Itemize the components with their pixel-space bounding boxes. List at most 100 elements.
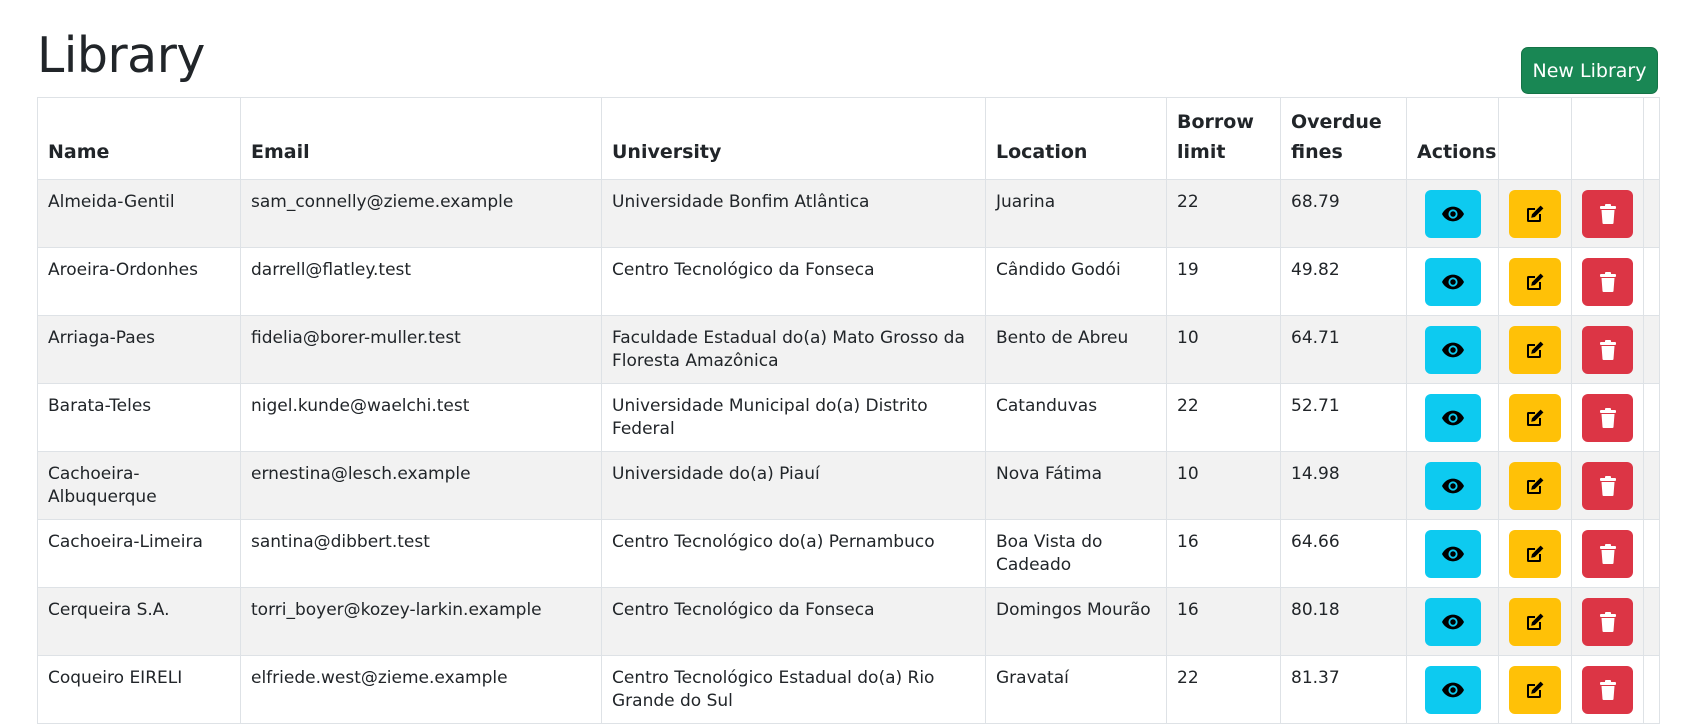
delete-button[interactable] xyxy=(1582,666,1633,714)
edit-button[interactable] xyxy=(1509,394,1561,442)
cell-edit-button xyxy=(1498,451,1572,520)
cell-blank xyxy=(1643,451,1660,520)
delete-button[interactable] xyxy=(1582,258,1633,306)
header-overdue-fines: Overdue fines xyxy=(1280,97,1407,180)
cell-university: Centro Tecnológico da Fonseca xyxy=(601,587,986,656)
header-blank xyxy=(1571,97,1644,180)
cell-borrow-limit: 22 xyxy=(1166,655,1281,724)
cell-view-button xyxy=(1406,587,1499,656)
cell-name: Almeida-Gentil xyxy=(37,179,241,248)
table-row: Coqueiro EIRELI elfriede.west@zieme.examp… xyxy=(37,655,1660,724)
cell-overdue-fines: 64.71 xyxy=(1280,315,1407,384)
cell-edit-button xyxy=(1498,179,1572,248)
view-button[interactable] xyxy=(1424,598,1481,646)
cell-delete-button xyxy=(1571,383,1644,452)
edit-button[interactable] xyxy=(1509,326,1561,374)
cell-blank xyxy=(1643,315,1660,384)
edit-button[interactable] xyxy=(1509,598,1561,646)
header-location: Location xyxy=(985,97,1167,180)
edit-icon xyxy=(1525,340,1545,360)
cell-delete-button xyxy=(1571,519,1644,588)
cell-name: Barata-Teles xyxy=(37,383,241,452)
cell-edit-button xyxy=(1498,655,1572,724)
cell-overdue-fines: 68.79 xyxy=(1280,179,1407,248)
cell-borrow-limit: 10 xyxy=(1166,451,1281,520)
cell-borrow-limit: 22 xyxy=(1166,179,1281,248)
cell-view-button xyxy=(1406,519,1499,588)
eye-icon xyxy=(1441,614,1464,630)
cell-edit-button xyxy=(1498,519,1572,588)
header-borrow-limit: Borrow limit xyxy=(1166,97,1281,180)
edit-button[interactable] xyxy=(1509,530,1561,578)
cell-blank xyxy=(1643,247,1660,316)
view-button[interactable] xyxy=(1424,462,1481,510)
trash-icon xyxy=(1599,612,1616,632)
eye-icon xyxy=(1441,206,1464,222)
cell-university: Faculdade Estadual do(a) Mato Grosso da … xyxy=(601,315,986,384)
cell-location: Nova Fátima xyxy=(985,451,1167,520)
cell-delete-button xyxy=(1571,451,1644,520)
cell-edit-button xyxy=(1498,383,1572,452)
new-library-button[interactable]: New Library xyxy=(1521,47,1658,94)
edit-button[interactable] xyxy=(1509,258,1561,306)
cell-borrow-limit: 16 xyxy=(1166,587,1281,656)
trash-icon xyxy=(1599,204,1616,224)
header-email: Email xyxy=(240,97,602,180)
cell-university: Centro Tecnológico do(a) Pernambuco xyxy=(601,519,986,588)
cell-email: ernestina@lesch.example xyxy=(240,451,602,520)
cell-name: Cerqueira S.A. xyxy=(37,587,241,656)
edit-button[interactable] xyxy=(1509,462,1561,510)
cell-email: nigel.kunde@waelchi.test xyxy=(240,383,602,452)
cell-borrow-limit: 19 xyxy=(1166,247,1281,316)
cell-name: Cachoeira-Limeira xyxy=(37,519,241,588)
cell-name: Cachoeira-Albuquerque xyxy=(37,451,241,520)
table-row: Aroeira-Ordonhes darrell@flatley.test Cent… xyxy=(37,247,1660,316)
view-button[interactable] xyxy=(1424,326,1481,374)
delete-button[interactable] xyxy=(1582,394,1633,442)
view-button[interactable] xyxy=(1424,258,1481,306)
view-button[interactable] xyxy=(1424,394,1481,442)
cell-edit-button xyxy=(1498,587,1572,656)
cell-delete-button xyxy=(1571,315,1644,384)
header-blank xyxy=(1643,97,1660,180)
cell-university: Centro Tecnológico Estadual do(a) Rio Gr… xyxy=(601,655,986,724)
edit-button[interactable] xyxy=(1509,190,1561,238)
table-row: Barata-Teles nigel.kunde@waelchi.test Univ… xyxy=(37,383,1660,452)
cell-borrow-limit: 16 xyxy=(1166,519,1281,588)
eye-icon xyxy=(1441,682,1464,698)
cell-location: Catanduvas xyxy=(985,383,1167,452)
cell-name: Arriaga-Paes xyxy=(37,315,241,384)
cell-view-button xyxy=(1406,247,1499,316)
view-button[interactable] xyxy=(1424,666,1481,714)
cell-borrow-limit: 10 xyxy=(1166,315,1281,384)
cell-view-button xyxy=(1406,179,1499,248)
edit-button[interactable] xyxy=(1509,666,1561,714)
eye-icon xyxy=(1441,410,1464,426)
cell-blank xyxy=(1643,179,1660,248)
view-button[interactable] xyxy=(1424,530,1481,578)
cell-email: elfriede.west@zieme.example xyxy=(240,655,602,724)
header-university: University xyxy=(601,97,986,180)
cell-email: darrell@flatley.test xyxy=(240,247,602,316)
page-title: Library xyxy=(37,27,205,84)
cell-overdue-fines: 52.71 xyxy=(1280,383,1407,452)
cell-email: fidelia@borer-muller.test xyxy=(240,315,602,384)
table-row: Almeida-Gentil sam_connelly@zieme.example… xyxy=(37,179,1660,248)
cell-borrow-limit: 22 xyxy=(1166,383,1281,452)
delete-button[interactable] xyxy=(1582,326,1633,374)
delete-button[interactable] xyxy=(1582,530,1633,578)
cell-blank xyxy=(1643,587,1660,656)
cell-email: santina@dibbert.test xyxy=(240,519,602,588)
delete-button[interactable] xyxy=(1582,598,1633,646)
delete-button[interactable] xyxy=(1582,462,1633,510)
cell-overdue-fines: 64.66 xyxy=(1280,519,1407,588)
header-actions: Actions xyxy=(1406,97,1499,180)
cell-overdue-fines: 14.98 xyxy=(1280,451,1407,520)
header-blank xyxy=(1498,97,1572,180)
delete-button[interactable] xyxy=(1582,190,1633,238)
cell-view-button xyxy=(1406,315,1499,384)
cell-university: Centro Tecnológico da Fonseca xyxy=(601,247,986,316)
view-button[interactable] xyxy=(1424,190,1481,238)
cell-location: Gravataí xyxy=(985,655,1167,724)
library-table: Name Email University Location Borrow li… xyxy=(37,97,1660,724)
